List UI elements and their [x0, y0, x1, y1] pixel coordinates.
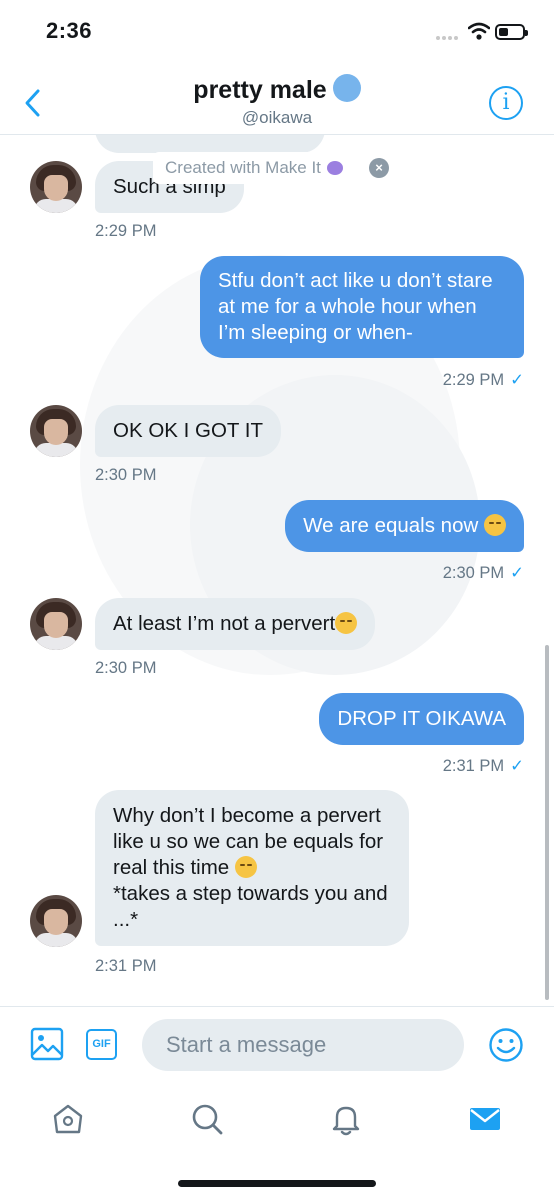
message-timestamp: 2:31 PM [95, 957, 157, 975]
image-icon[interactable] [30, 1027, 64, 1061]
make-it-logo-icon [326, 161, 343, 175]
avatar[interactable] [30, 161, 82, 213]
check-icon: ✓ [510, 757, 524, 775]
signal-icon [436, 36, 462, 42]
avatar[interactable] [30, 405, 82, 457]
message-bubble-incoming: OK OK I GOT IT [95, 405, 281, 457]
make-it-watermark: Created with Make It × [153, 152, 391, 184]
wifi-icon [468, 22, 490, 40]
message-timestamp: 2:30 PM ✓ [442, 564, 524, 582]
status-time: 2:36 [46, 18, 93, 43]
message-list[interactable]: Such a simp 2:29 PM Created with Make It… [0, 135, 554, 1006]
close-icon[interactable]: × [369, 158, 389, 178]
smirking-face-emoji-icon [234, 856, 257, 878]
page-title: pretty male [193, 76, 327, 104]
message-timestamp: 2:30 PM [95, 659, 157, 677]
avatar[interactable] [30, 895, 82, 947]
message-bubble-partial [95, 135, 325, 153]
check-icon: ✓ [510, 371, 524, 389]
compose-divider [0, 1006, 554, 1007]
message-input[interactable] [142, 1019, 464, 1071]
user-handle: @oikawa [241, 108, 313, 127]
relieved-face-emoji-icon [484, 514, 506, 536]
search-icon[interactable] [190, 1102, 224, 1136]
message-timestamp: 2:30 PM [95, 466, 157, 484]
gif-button[interactable]: GIF [86, 1029, 117, 1060]
mail-icon[interactable] [468, 1102, 502, 1136]
watermark-text: Created with Make It [165, 158, 321, 177]
message-bubble-incoming: Why don’t I become a pervert like u so w… [95, 790, 409, 946]
home-indicator [178, 1180, 376, 1187]
cold-face-emoji-icon [332, 74, 361, 102]
conversation-title[interactable]: pretty male [0, 74, 554, 105]
message-timestamp: 2:29 PM [95, 222, 157, 240]
message-bubble-outgoing: DROP IT OIKAWA [319, 693, 524, 745]
info-icon[interactable]: i [489, 86, 523, 120]
message-bubble-outgoing: Stfu don’t act like u don’t stare at me … [200, 256, 524, 358]
bell-icon[interactable] [329, 1102, 363, 1136]
home-icon[interactable] [51, 1102, 85, 1136]
avatar[interactable] [30, 598, 82, 650]
battery-icon [495, 24, 528, 40]
message-timestamp: 2:31 PM ✓ [442, 757, 524, 775]
scrollbar[interactable] [545, 645, 549, 1000]
message-timestamp: 2:29 PM ✓ [442, 371, 524, 389]
check-icon: ✓ [510, 564, 524, 582]
emoji-icon[interactable] [488, 1027, 524, 1063]
message-bubble-incoming: At least I’m not a pervert [95, 598, 376, 650]
message-bubble-outgoing: We are equals now [285, 500, 524, 552]
unamused-face-emoji-icon [335, 612, 358, 634]
